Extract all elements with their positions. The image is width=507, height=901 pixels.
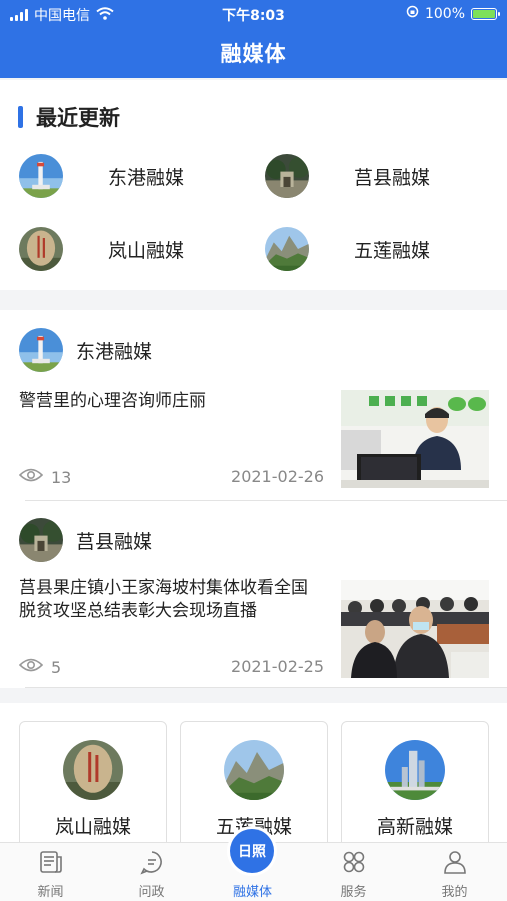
tab-label: 服务 [340, 885, 367, 900]
tab-media[interactable]: 日照 融媒体 [202, 829, 303, 901]
tab-label: 融媒体 [232, 885, 272, 900]
user-icon [442, 849, 468, 875]
page-title: 融媒体 [220, 42, 287, 66]
article-date: 2021-02-25 [231, 657, 324, 676]
article-list: 东港融媒 警营里的心理咨询师庄丽 13 2021-02-26 莒县融媒 莒县果庄… [0, 310, 507, 688]
view-count: 5 [18, 657, 62, 677]
view-count-value: 5 [51, 657, 62, 677]
recent-item-label: 五莲融媒 [354, 239, 431, 262]
source-avatar [19, 328, 63, 372]
recent-item-label: 东港融媒 [108, 166, 185, 189]
grid-icon [341, 849, 367, 875]
recent-item-juxian[interactable]: 莒县融媒 [265, 154, 430, 198]
divider [25, 687, 507, 688]
article-thumbnail [341, 580, 489, 678]
source-avatar [19, 518, 63, 562]
article-date: 2021-02-26 [231, 467, 324, 486]
status-bar: 中国电信 下午8:03 100% [0, 0, 507, 28]
recent-item-label: 岚山融媒 [108, 239, 185, 262]
tab-label: 新闻 [37, 885, 64, 900]
newspaper-icon [38, 849, 64, 875]
sun-badge-icon: 日照 [230, 829, 274, 873]
app-header: 中国电信 下午8:03 100% 融媒体 [0, 0, 507, 78]
tab-news[interactable]: 新闻 [0, 843, 101, 901]
status-right: 100% [406, 5, 500, 22]
tab-label: 我的 [441, 885, 468, 900]
channel-avatar [224, 740, 284, 800]
channel-avatar [63, 740, 123, 800]
article-source: 莒县融媒 [19, 518, 152, 562]
section-header: 最近更新 [18, 102, 120, 132]
channel-name: 高新融媒 [376, 816, 453, 838]
tab-label: 问政 [138, 885, 165, 900]
recent-item-lanshan[interactable]: 岚山融媒 [19, 227, 184, 271]
tab-inquiry[interactable]: 问政 [101, 843, 202, 901]
article-thumbnail [341, 390, 489, 488]
avatar [19, 154, 63, 198]
bottom-tab-bar: 新闻 问政 日照 融媒体 服务 我的 [0, 829, 507, 901]
channel-cards: 岚山融媒 五莲融媒 高新融媒 [0, 703, 507, 853]
article-title: 莒县果庄镇小王家海坡村集体收看全国脱贫攻坚总结表彰大会现场直播 [19, 578, 308, 621]
section-accent-bar [18, 106, 23, 128]
battery-percent: 100% [424, 5, 465, 22]
channel-name: 岚山融媒 [54, 816, 131, 838]
recent-item-wulian[interactable]: 五莲融媒 [265, 227, 430, 271]
article-source: 东港融媒 [19, 328, 152, 372]
source-name: 东港融媒 [76, 340, 153, 363]
avatar [19, 227, 63, 271]
article-title: 警营里的心理咨询师庄丽 [19, 391, 206, 411]
channel-card-gaoxin[interactable]: 高新融媒 [341, 721, 489, 853]
article-card[interactable]: 莒县融媒 莒县果庄镇小王家海坡村集体收看全国脱贫攻坚总结表彰大会现场直播 5 2… [0, 500, 507, 688]
channel-card-lanshan[interactable]: 岚山融媒 [19, 721, 167, 853]
orientation-lock-icon [406, 5, 419, 22]
tab-profile[interactable]: 我的 [404, 843, 505, 901]
chat-icon [139, 849, 165, 875]
battery-icon [471, 7, 500, 20]
view-count-value: 13 [51, 467, 72, 487]
avatar [265, 227, 309, 271]
view-count: 13 [18, 467, 72, 487]
avatar [265, 154, 309, 198]
section-title: 最近更新 [36, 106, 120, 130]
tab-services[interactable]: 服务 [303, 843, 404, 901]
eye-icon [18, 467, 44, 487]
article-card[interactable]: 东港融媒 警营里的心理咨询师庄丽 13 2021-02-26 [0, 310, 507, 498]
recent-item-label: 莒县融媒 [354, 166, 431, 189]
source-name: 莒县融媒 [76, 530, 153, 553]
eye-icon [18, 657, 44, 677]
channel-avatar [385, 740, 445, 800]
recent-item-donggang[interactable]: 东港融媒 [19, 154, 184, 198]
recent-section: 最近更新 东港融媒 莒县融媒 岚山融媒 五莲融媒 [0, 80, 507, 290]
